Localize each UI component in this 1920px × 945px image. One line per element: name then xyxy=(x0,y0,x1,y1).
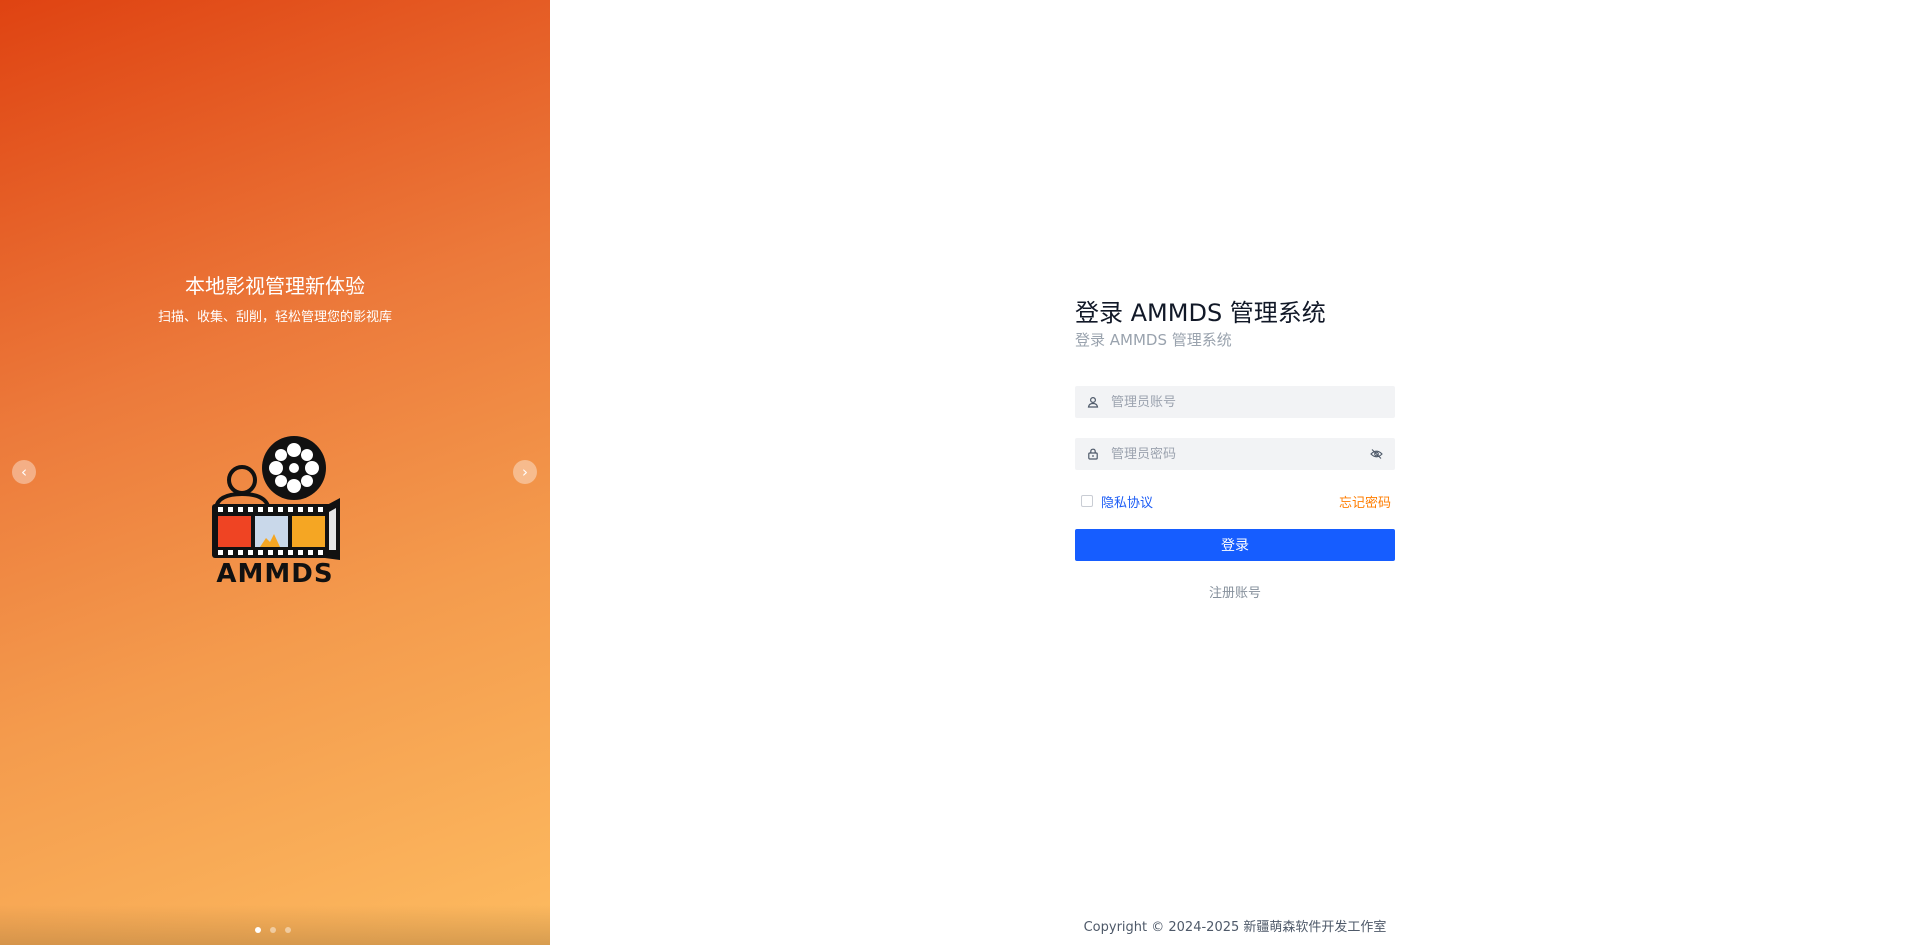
copyright-text: Copyright © 2024-2025 新疆萌森软件开发工作室 xyxy=(1083,920,1387,935)
chevron-left-icon: ‹ xyxy=(21,463,27,481)
privacy-checkbox[interactable] xyxy=(1081,495,1093,507)
agreement-row: 隐私协议 忘记密码 xyxy=(1075,492,1395,511)
carousel-dot-1[interactable] xyxy=(255,927,261,933)
eye-off-icon[interactable] xyxy=(1370,448,1383,460)
password-input[interactable] xyxy=(1111,446,1370,462)
carousel-dot-2[interactable] xyxy=(270,927,276,933)
lock-icon xyxy=(1087,448,1099,460)
logo-text: AMMDS xyxy=(216,559,334,589)
login-button[interactable]: 登录 xyxy=(1075,529,1395,561)
carousel-panel: 本地影视管理新体验 扫描、收集、刮削，轻松管理您的影视库 ‹ › AMMDS xyxy=(0,0,550,945)
login-subtitle: 登录 AMMDS 管理系统 xyxy=(1075,331,1232,349)
privacy-link[interactable]: 隐私协议 xyxy=(1101,492,1153,511)
ammds-logo: AMMDS xyxy=(208,436,342,602)
forgot-password-link[interactable]: 忘记密码 xyxy=(1339,492,1391,511)
login-title: 登录 AMMDS 管理系统 xyxy=(1075,299,1326,327)
slide-title: 本地影视管理新体验 xyxy=(185,274,365,298)
carousel-indicators xyxy=(255,927,291,933)
carousel-prev-button[interactable]: ‹ xyxy=(12,460,36,484)
password-field[interactable] xyxy=(1075,438,1395,470)
film-logo-icon xyxy=(212,436,340,560)
privacy-agreement: 隐私协议 xyxy=(1075,492,1153,511)
slide-subtitle: 扫描、收集、刮削，轻松管理您的影视库 xyxy=(157,310,392,325)
chevron-right-icon: › xyxy=(522,463,528,481)
login-form: 登录 AMMDS 管理系统 登录 AMMDS 管理系统 管理员账号 隐私协议 忘… xyxy=(1075,296,1395,601)
username-field[interactable] xyxy=(1075,386,1395,418)
indicator-bar xyxy=(0,905,550,945)
user-icon xyxy=(1087,396,1099,408)
register-link[interactable]: 注册账号 xyxy=(1075,582,1395,601)
carousel-dot-3[interactable] xyxy=(285,927,291,933)
username-input[interactable] xyxy=(1111,394,1383,410)
carousel-next-button[interactable]: › xyxy=(513,460,537,484)
